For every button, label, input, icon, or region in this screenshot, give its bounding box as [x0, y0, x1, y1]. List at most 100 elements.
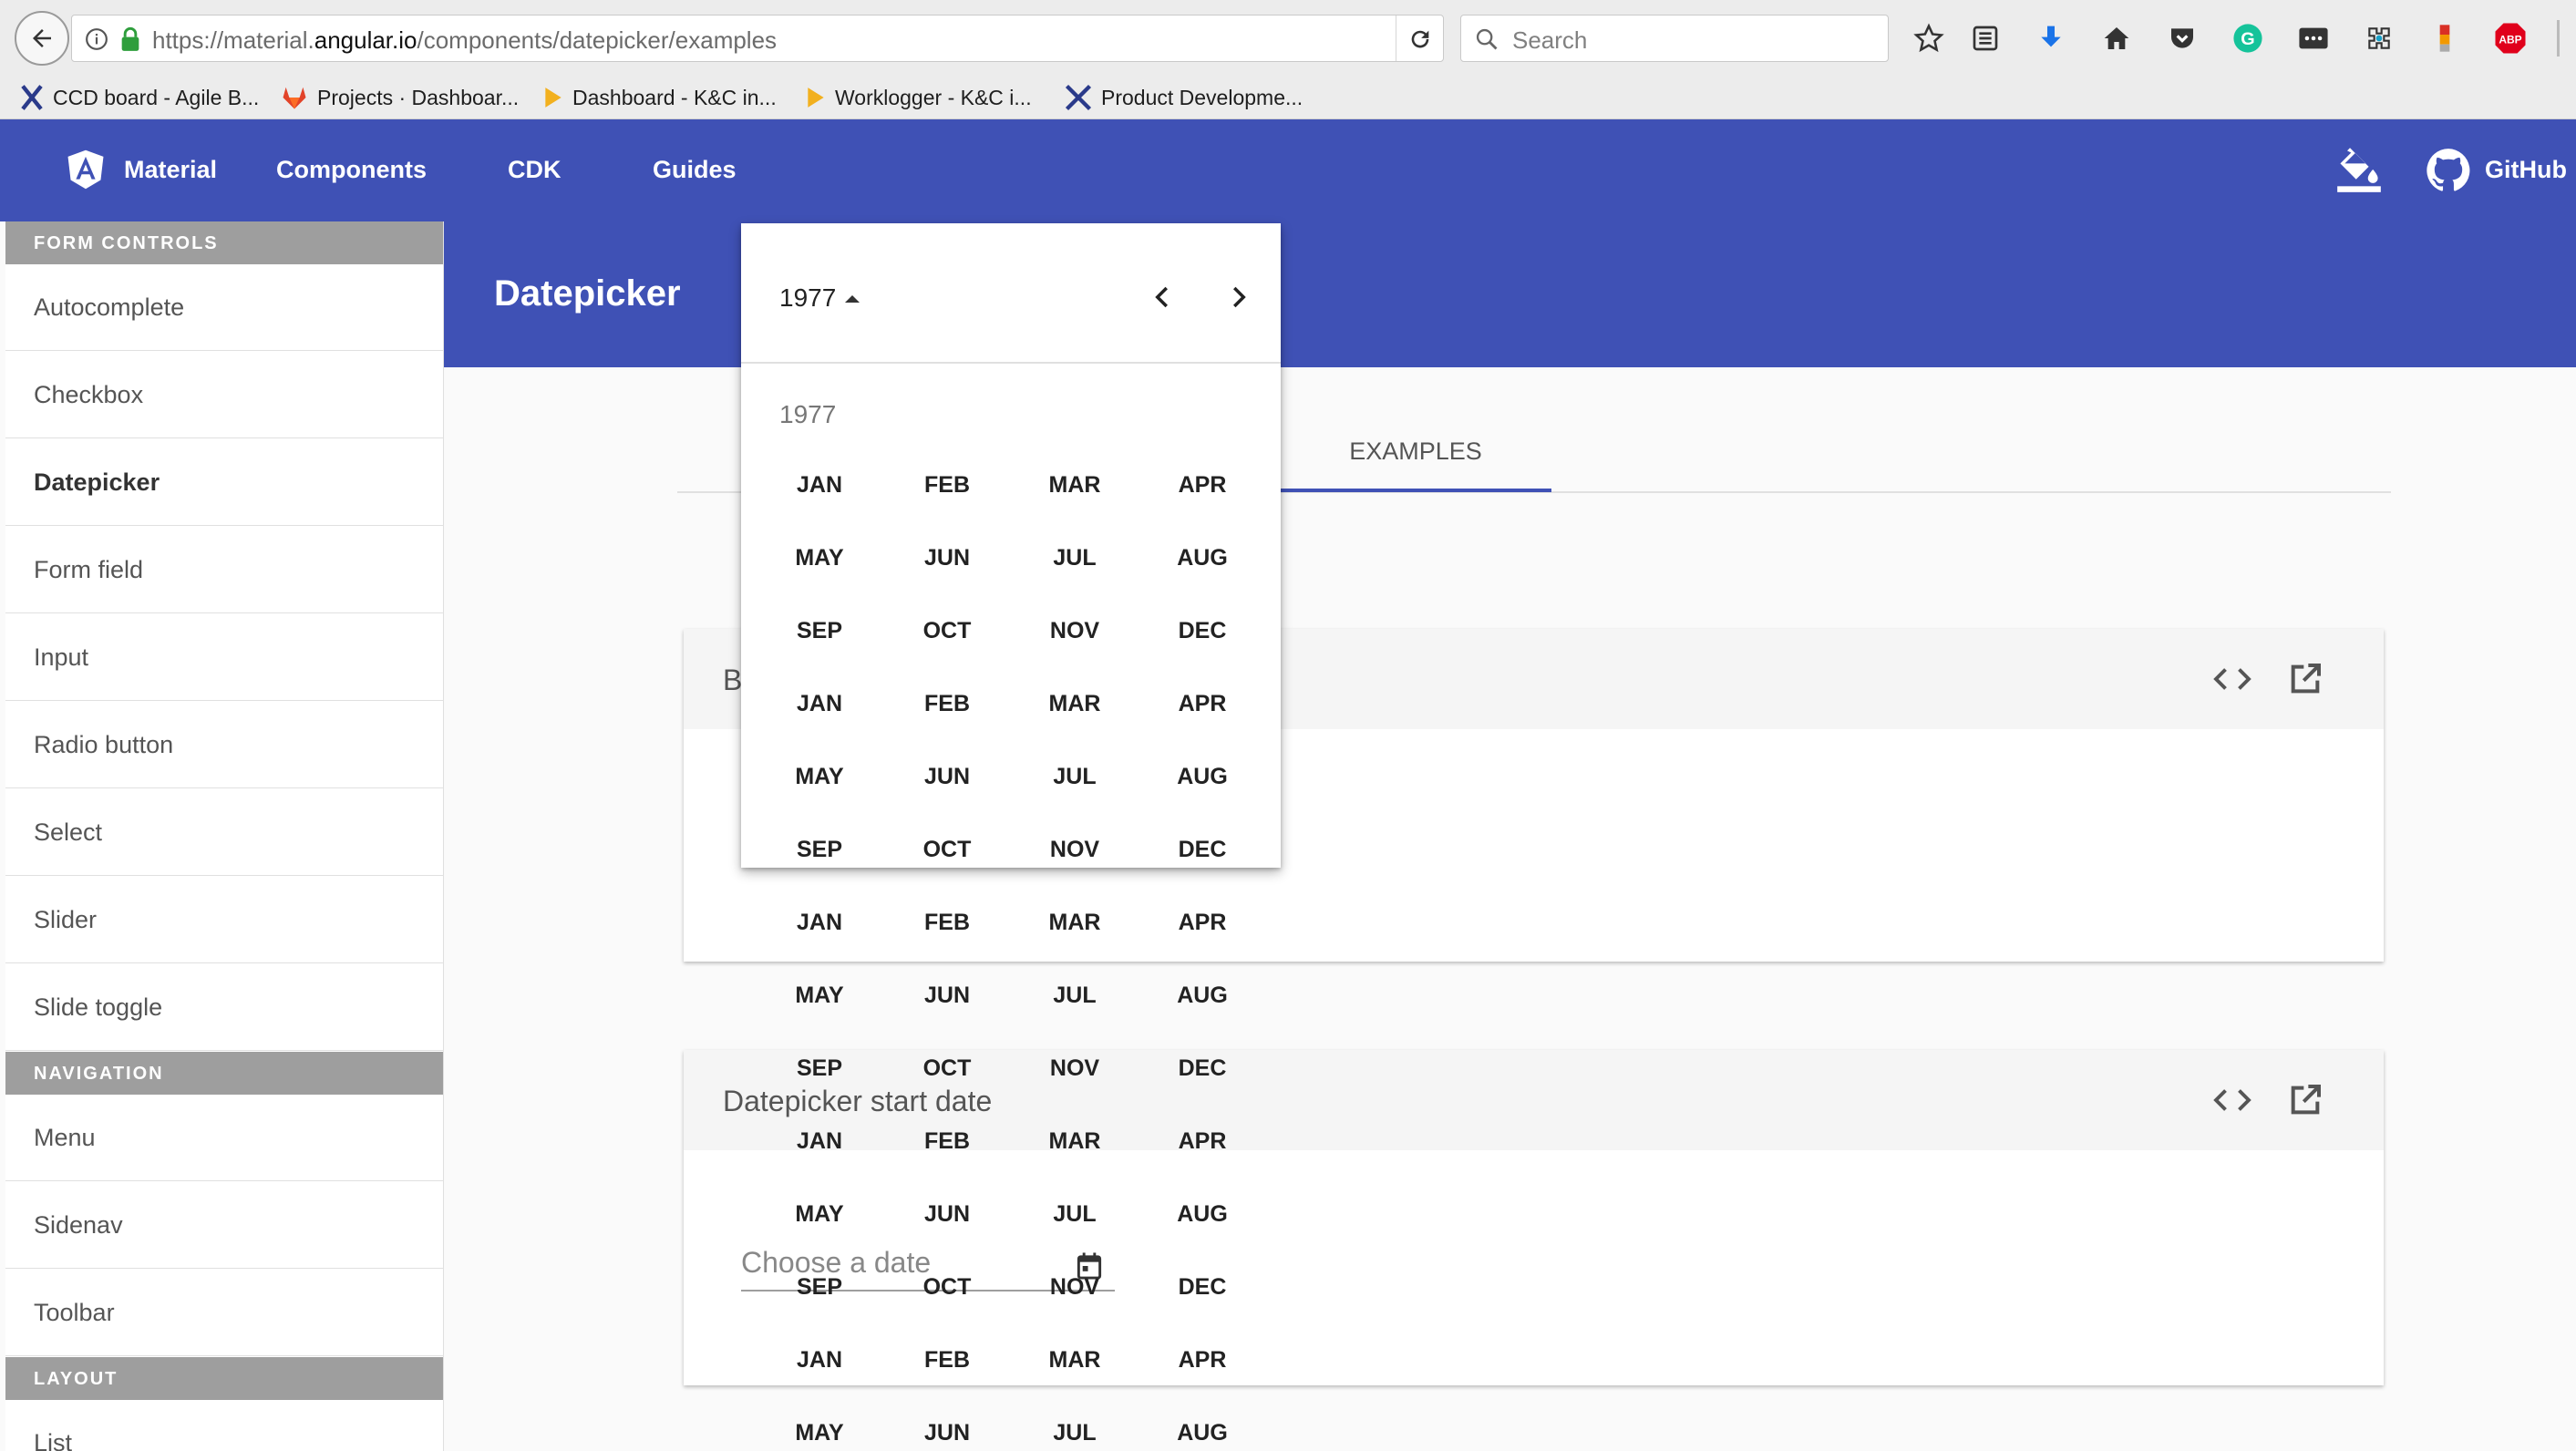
- grammarly-icon[interactable]: G: [2230, 20, 2266, 57]
- sidebar-item-list[interactable]: List: [5, 1400, 443, 1451]
- sidebar-item-toolbar[interactable]: Toolbar: [5, 1270, 443, 1356]
- month-cell-dec[interactable]: DEC: [1148, 837, 1257, 863]
- overflow-month-may[interactable]: MAY: [765, 1201, 874, 1228]
- bookmark-dashboard[interactable]: Dashboard - K&C in...: [543, 82, 777, 113]
- sidebar-item-sidenav[interactable]: Sidenav: [5, 1182, 443, 1269]
- overflow-month-dec[interactable]: DEC: [1148, 1274, 1257, 1301]
- download-icon[interactable]: [2033, 20, 2069, 57]
- overflow-month-apr[interactable]: APR: [1148, 1347, 1257, 1374]
- overflow-month-feb[interactable]: FEB: [892, 1347, 1002, 1374]
- sidebar-item-autocomplete[interactable]: Autocomplete: [5, 264, 443, 351]
- theme-picker-icon[interactable]: [2335, 147, 2383, 199]
- overflow-month-mar[interactable]: MAR: [1020, 1128, 1129, 1155]
- overflow-month-jan[interactable]: JAN: [765, 910, 874, 936]
- overflow-month-feb[interactable]: FEB: [892, 1128, 1002, 1155]
- month-cell-jul[interactable]: JUL: [1020, 545, 1129, 571]
- month-cell-jan[interactable]: JAN: [765, 691, 874, 717]
- sidebar-item-checkbox[interactable]: Checkbox: [5, 352, 443, 438]
- overflow-month-jun[interactable]: JUN: [892, 983, 1002, 1009]
- month-cell-dec[interactable]: DEC: [1148, 618, 1257, 644]
- overflow-month-may[interactable]: MAY: [765, 983, 874, 1009]
- month-cell-sep[interactable]: SEP: [765, 618, 874, 644]
- month-cell-aug[interactable]: AUG: [1148, 764, 1257, 790]
- month-cell-jul[interactable]: JUL: [1020, 764, 1129, 790]
- overflow-month-jan[interactable]: JAN: [765, 1347, 874, 1374]
- month-cell-feb[interactable]: FEB: [892, 691, 1002, 717]
- github-link[interactable]: GitHub: [2485, 156, 2567, 184]
- overflow-month-jul[interactable]: JUL: [1020, 983, 1129, 1009]
- month-cell-oct[interactable]: OCT: [892, 837, 1002, 863]
- sidebar-item-radio-button[interactable]: Radio button: [5, 702, 443, 788]
- period-toggle-button[interactable]: 1977: [779, 283, 861, 313]
- overflow-month-jan[interactable]: JAN: [765, 1128, 874, 1155]
- open-external-icon[interactable]: [2284, 658, 2326, 700]
- month-cell-aug[interactable]: AUG: [1148, 545, 1257, 571]
- month-cell-may[interactable]: MAY: [765, 545, 874, 571]
- month-cell-jan[interactable]: JAN: [765, 472, 874, 499]
- address-bar[interactable]: https://material.angular.io/components/d…: [71, 15, 1444, 62]
- overflow-month-apr[interactable]: APR: [1148, 1128, 1257, 1155]
- angular-logo-icon[interactable]: [66, 149, 106, 195]
- overflow-month-jun[interactable]: JUN: [892, 1420, 1002, 1446]
- view-source-code-icon[interactable]: [2211, 1079, 2253, 1121]
- month-cell-nov[interactable]: NOV: [1020, 618, 1129, 644]
- month-cell-apr[interactable]: APR: [1148, 691, 1257, 717]
- tab-examples[interactable]: EXAMPLES: [1280, 436, 1551, 492]
- overflow-month-jul[interactable]: JUL: [1020, 1201, 1129, 1228]
- overflow-month-oct[interactable]: OCT: [892, 1274, 1002, 1301]
- open-external-icon[interactable]: [2284, 1079, 2326, 1121]
- month-cell-oct[interactable]: OCT: [892, 618, 1002, 644]
- extension-puzzle-icon[interactable]: [2361, 20, 2397, 57]
- month-cell-jun[interactable]: JUN: [892, 545, 1002, 571]
- next-period-icon[interactable]: [1224, 283, 1252, 315]
- color-picker-icon[interactable]: [2427, 20, 2463, 57]
- overflow-month-nov[interactable]: NOV: [1020, 1274, 1129, 1301]
- overflow-month-jul[interactable]: JUL: [1020, 1420, 1129, 1446]
- nav-guides[interactable]: Guides: [653, 156, 737, 184]
- bookmark-ccd-board[interactable]: CCD board - Agile B...: [20, 82, 259, 113]
- overflow-month-aug[interactable]: AUG: [1148, 983, 1257, 1009]
- lastpass-icon[interactable]: [2295, 20, 2332, 57]
- bookmark-star-icon[interactable]: [1911, 20, 1947, 57]
- bookmark-worklogger[interactable]: Worklogger - K&C i...: [806, 82, 1032, 113]
- sidebar-item-menu[interactable]: Menu: [5, 1095, 443, 1181]
- month-cell-mar[interactable]: MAR: [1020, 472, 1129, 499]
- view-source-code-icon[interactable]: [2211, 658, 2253, 700]
- reader-list-icon[interactable]: [1967, 20, 2004, 57]
- nav-components[interactable]: Components: [276, 156, 427, 184]
- month-cell-feb[interactable]: FEB: [892, 472, 1002, 499]
- home-icon[interactable]: [2098, 20, 2135, 57]
- url-text[interactable]: https://material.angular.io/components/d…: [152, 26, 777, 55]
- back-button[interactable]: [15, 11, 69, 66]
- month-cell-jun[interactable]: JUN: [892, 764, 1002, 790]
- overflow-month-may[interactable]: MAY: [765, 1420, 874, 1446]
- month-cell-may[interactable]: MAY: [765, 764, 874, 790]
- overflow-month-apr[interactable]: APR: [1148, 910, 1257, 936]
- overflow-month-aug[interactable]: AUG: [1148, 1201, 1257, 1228]
- overflow-month-sep[interactable]: SEP: [765, 1055, 874, 1082]
- bookmark-product-development[interactable]: Product Developme...: [1065, 82, 1303, 113]
- bookmark-projects[interactable]: Projects · Dashboar...: [281, 82, 519, 113]
- month-cell-mar[interactable]: MAR: [1020, 691, 1129, 717]
- previous-period-icon[interactable]: [1149, 283, 1177, 315]
- sidebar-item-datepicker[interactable]: Datepicker: [5, 439, 443, 526]
- overflow-month-feb[interactable]: FEB: [892, 910, 1002, 936]
- month-cell-nov[interactable]: NOV: [1020, 837, 1129, 863]
- overflow-month-oct[interactable]: OCT: [892, 1055, 1002, 1082]
- sidebar-item-form-field[interactable]: Form field: [5, 527, 443, 613]
- pocket-icon[interactable]: [2164, 20, 2200, 57]
- sidebar-item-input[interactable]: Input: [5, 614, 443, 701]
- search-bar[interactable]: Search: [1460, 15, 1889, 62]
- sidebar-item-slide-toggle[interactable]: Slide toggle: [5, 964, 443, 1051]
- sidebar-item-slider[interactable]: Slider: [5, 877, 443, 963]
- github-icon[interactable]: [2425, 147, 2472, 199]
- sidebar-item-select[interactable]: Select: [5, 789, 443, 876]
- info-icon[interactable]: [85, 27, 108, 56]
- brand-link[interactable]: Material: [124, 156, 217, 184]
- overflow-month-sep[interactable]: SEP: [765, 1274, 874, 1301]
- month-cell-sep[interactable]: SEP: [765, 837, 874, 863]
- nav-cdk[interactable]: CDK: [508, 156, 562, 184]
- adblock-plus-icon[interactable]: ABP: [2492, 20, 2529, 57]
- overflow-month-nov[interactable]: NOV: [1020, 1055, 1129, 1082]
- search-placeholder[interactable]: Search: [1512, 26, 1587, 55]
